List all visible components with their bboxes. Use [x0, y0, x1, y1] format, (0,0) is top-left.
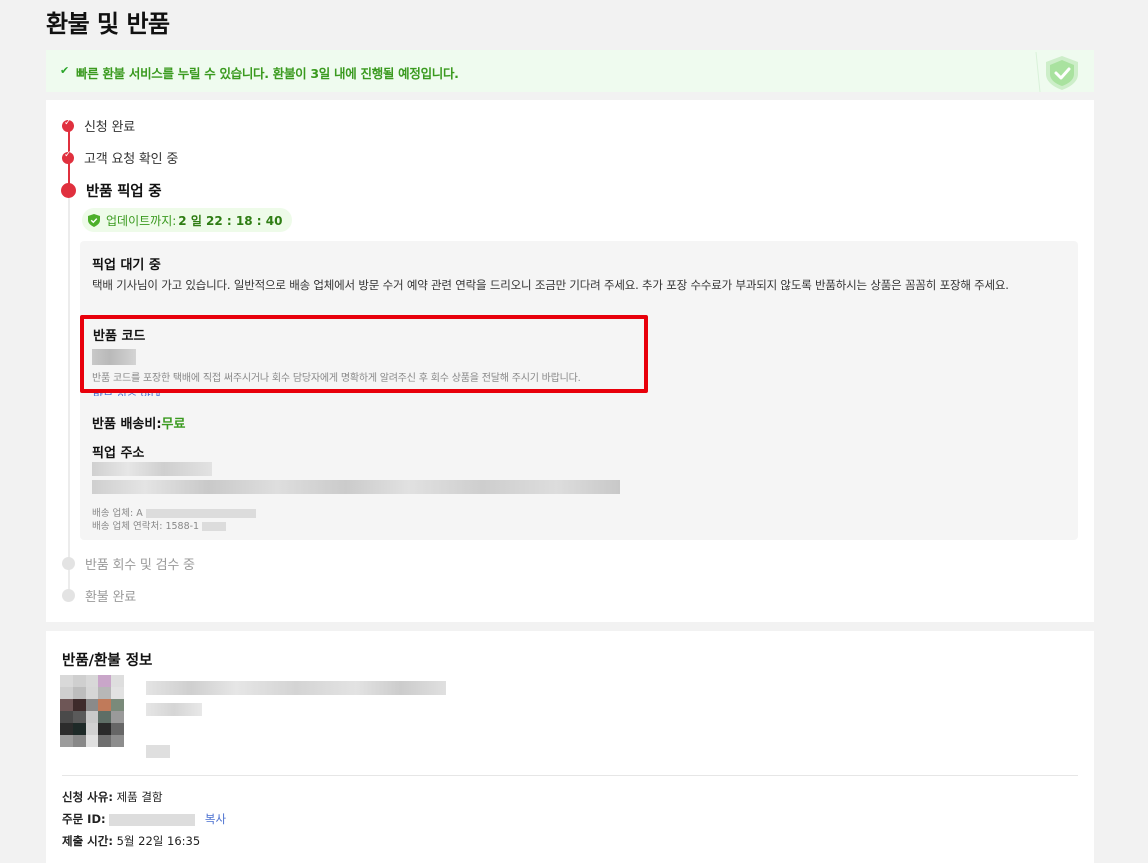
step-done-icon	[62, 150, 74, 164]
order-id-label: 주문 ID:	[62, 812, 106, 826]
product-qty-blur	[146, 745, 170, 758]
pickup-address-title: 픽업 주소	[92, 446, 145, 461]
product-name-blur	[146, 681, 446, 695]
step-label: 환불 완료	[85, 590, 136, 605]
timer-value: 2 일 22 : 18 : 40	[178, 213, 283, 228]
reason-value: 제품 결함	[116, 790, 163, 804]
copy-link[interactable]: 복사	[205, 812, 226, 826]
step-active-dot	[61, 183, 76, 198]
reason-label: 신청 사유:	[62, 790, 113, 804]
submit-time-label: 제출 시간:	[62, 834, 113, 848]
refund-banner: ✔ 빠른 환불 서비스를 누릴 수 있습니다. 환불이 3일 내에 진행될 예정…	[46, 50, 1094, 92]
carrier-phone-blur	[202, 522, 227, 531]
step-label: 반품 픽업 중	[86, 184, 162, 200]
step-label: 반품 회수 및 검수 중	[85, 558, 195, 573]
address-name-blur	[92, 462, 212, 476]
shield-check-icon	[1035, 52, 1078, 92]
product-option-blur	[146, 703, 202, 716]
step-pending-dot	[62, 557, 75, 570]
timer-label: 업데이트까지:	[106, 213, 177, 228]
step-applied: 신청 완료	[62, 116, 135, 135]
order-id-blur	[109, 813, 196, 826]
step-pickup: 반품 픽업 중	[61, 180, 162, 201]
refund-info-card: 반품/환불 정보 신청 사유: 제품 결함 주문 ID: 복사 제출 시간: 5…	[46, 631, 1094, 863]
product-thumbnail[interactable]	[60, 675, 124, 747]
return-progress-card: 신청 완료 고객 요청 확인 중 반품 픽업 중 업데이트까지: 2 일 22 …	[46, 100, 1094, 622]
info-divider	[62, 775, 1078, 776]
update-timer: 업데이트까지: 2 일 22 : 18 : 40	[82, 208, 293, 232]
info-title: 반품/환불 정보	[62, 653, 153, 669]
reason-row: 신청 사유: 제품 결함	[62, 789, 163, 805]
step-inspecting: 반품 회수 및 검수 중	[62, 554, 195, 573]
check-icon: ✔	[60, 64, 70, 77]
carrier-phone-label: 배송 업체 연락처: 1588-1	[92, 521, 200, 532]
step-done-icon	[62, 118, 74, 132]
return-code-title: 반품 코드	[93, 329, 146, 344]
step-label: 고객 요청 확인 중	[84, 152, 179, 167]
return-code-value	[92, 349, 136, 365]
return-code-hint: 반품 코드를 포장한 택배에 직접 써주시거나 회수 담당자에게 명확하게 알려…	[92, 373, 581, 384]
carrier-row: 배송 업체: A	[92, 505, 256, 519]
step-pending-dot	[62, 589, 75, 602]
step-refunded: 환불 완료	[62, 586, 136, 605]
fee-label: 반품 배송비:	[92, 417, 162, 432]
submit-time-value: 5월 22일 16:35	[116, 834, 201, 848]
shield-icon	[88, 213, 100, 227]
step-label: 신청 완료	[84, 120, 135, 135]
pickup-detail-box: 픽업 대기 중 택배 기사님이 가고 있습니다. 일반적으로 배송 업체에서 방…	[80, 241, 1078, 540]
order-id-row: 주문 ID: 복사	[62, 811, 226, 827]
pickup-description: 택배 기사님이 가고 있습니다. 일반적으로 배송 업체에서 방문 수거 예약 …	[92, 278, 1009, 292]
return-code-section: 반품 코드 반품 코드를 포장한 택배에 직접 써주시거나 회수 담당자에게 명…	[80, 315, 648, 393]
carrier-name-blur	[145, 509, 256, 518]
step-confirming: 고객 요청 확인 중	[62, 148, 178, 167]
timeline-line-pending	[68, 196, 70, 594]
page-title: 환불 및 반품	[46, 10, 170, 38]
banner-message: 빠른 환불 서비스를 누릴 수 있습니다. 환불이 3일 내에 진행될 예정입니…	[76, 66, 459, 81]
submit-time-row: 제출 시간: 5월 22일 16:35	[62, 833, 200, 849]
address-line-blur	[92, 480, 620, 494]
pickup-status-title: 픽업 대기 중	[92, 258, 161, 273]
carrier-phone-row: 배송 업체 연락처: 1588-1	[92, 518, 227, 532]
return-fee: 반품 배송비:무료	[92, 413, 185, 432]
fee-value: 무료	[161, 417, 186, 432]
